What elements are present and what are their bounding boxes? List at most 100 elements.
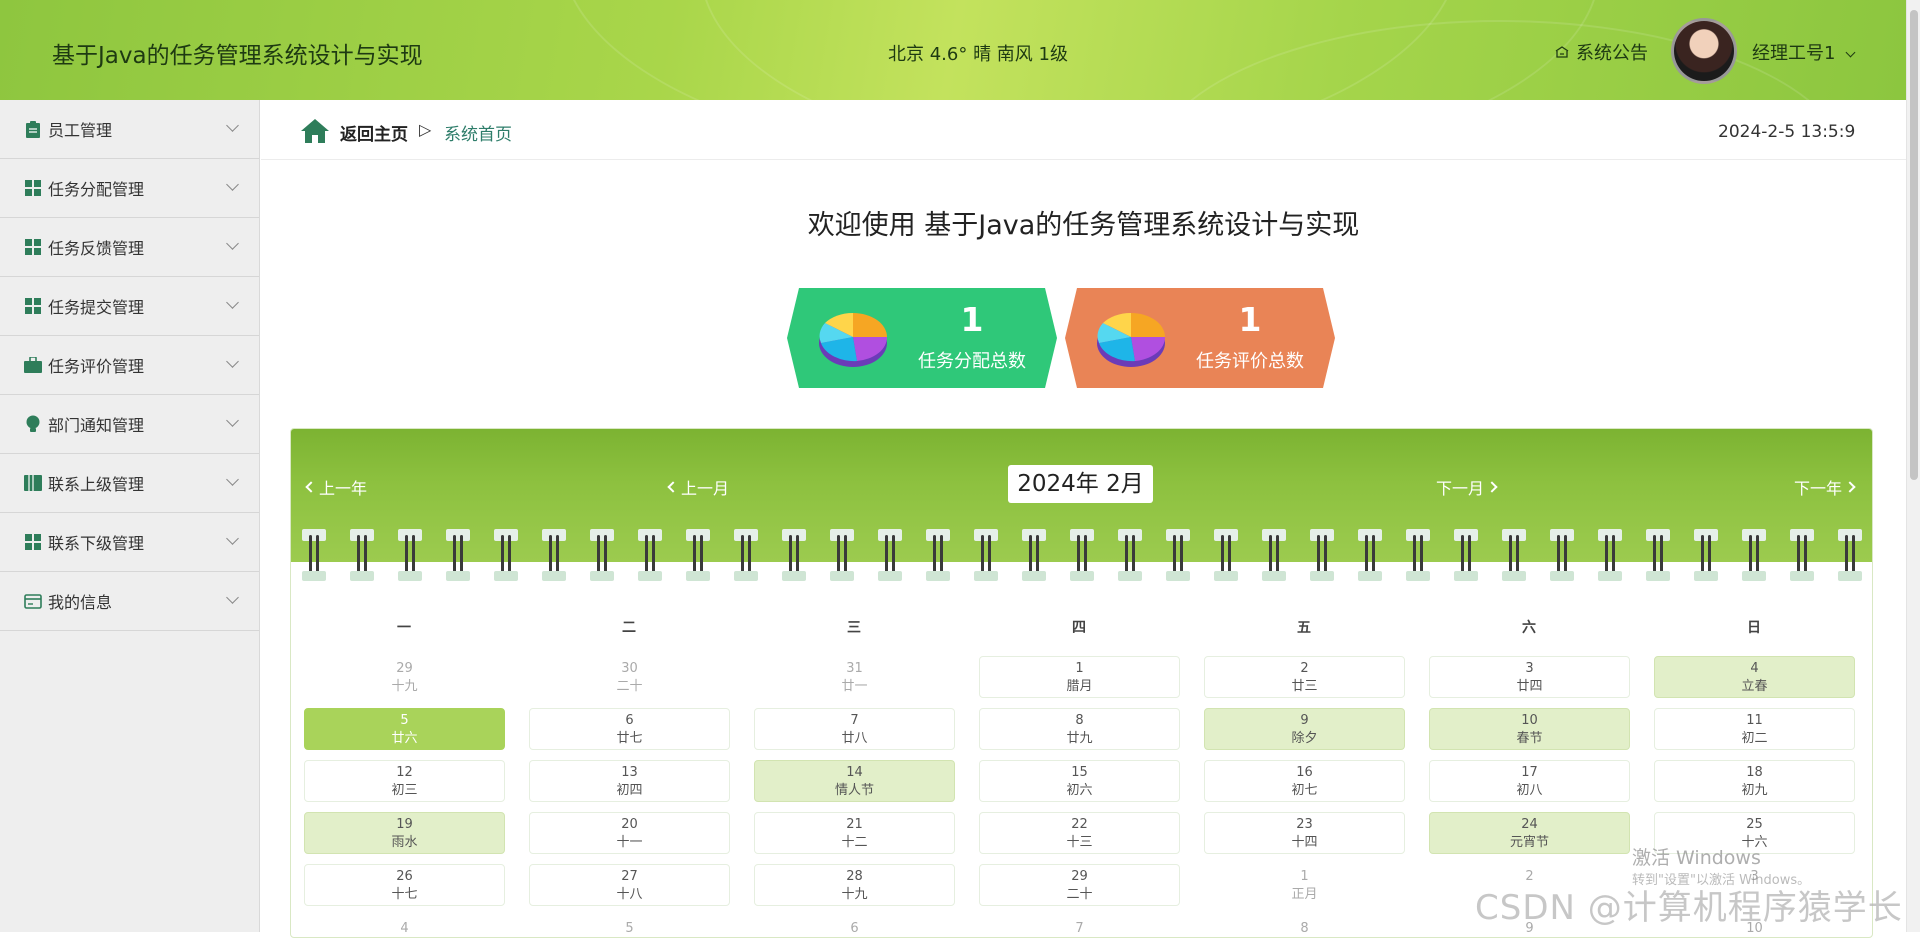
- lunar-label: 廿一: [841, 679, 868, 694]
- prev-month-button[interactable]: 上一月: [667, 475, 729, 499]
- user-menu[interactable]: 经理工号1: [1752, 39, 1856, 65]
- lunar-label: 十二: [841, 835, 868, 850]
- notice-link[interactable]: 系统公告: [1554, 39, 1648, 65]
- calendar-day[interactable]: 5 廿六: [304, 708, 505, 750]
- calendar-day[interactable]: 9 除夕: [1204, 708, 1405, 750]
- calendar-day[interactable]: 1 腊月: [979, 656, 1180, 698]
- book-icon: [24, 474, 42, 492]
- prev-year-label: 上一年: [319, 479, 368, 498]
- calendar-day[interactable]: 10 春节: [1429, 708, 1630, 750]
- chevron-down-icon: [226, 237, 239, 250]
- sidebar-item[interactable]: 任务分配管理: [0, 159, 259, 218]
- day-number: 22: [1071, 817, 1088, 832]
- breadcrumb: 返回主页 ▷ 系统首页 2024-2-5 13:5:9: [261, 100, 1906, 160]
- back-home-link[interactable]: 返回主页: [340, 120, 408, 145]
- calendar-day[interactable]: 3 廿四: [1429, 656, 1630, 698]
- lunar-label: 廿七: [616, 731, 643, 746]
- stat-card-task-assign[interactable]: 1 任务分配总数: [787, 288, 1057, 388]
- lunar-label: 初七: [1291, 783, 1318, 798]
- next-month-button[interactable]: 下一月: [1436, 475, 1498, 499]
- calendar-day[interactable]: 20 十一: [529, 812, 730, 854]
- calendar-day[interactable]: 21 十二: [754, 812, 955, 854]
- lunar-label: 初九: [1741, 783, 1768, 798]
- calendar-day[interactable]: 29 十九: [304, 656, 505, 698]
- calendar-day[interactable]: 7: [979, 916, 1180, 937]
- day-number: 8: [1300, 921, 1309, 936]
- day-number: 10: [1521, 713, 1538, 728]
- csdn-watermark: CSDN @计算机程序猿学长: [1475, 888, 1903, 928]
- page-scrollbar[interactable]: [1906, 0, 1920, 932]
- calendar-day[interactable]: 5: [529, 916, 730, 937]
- calendar-day[interactable]: 8 廿九: [979, 708, 1180, 750]
- next-year-label: 下一年: [1794, 479, 1843, 498]
- binding-ring: [1117, 529, 1143, 581]
- calendar-day[interactable]: 14 情人节: [754, 760, 955, 802]
- calendar-day[interactable]: 4 立春: [1654, 656, 1855, 698]
- calendar-day[interactable]: 18 初九: [1654, 760, 1855, 802]
- lunar-label: 十九: [841, 887, 868, 902]
- calendar-day[interactable]: 28 十九: [754, 864, 955, 906]
- calendar-day[interactable]: 6: [754, 916, 955, 937]
- chevron-down-icon: [226, 178, 239, 191]
- binding-ring: [1165, 529, 1191, 581]
- calendar-day[interactable]: 22 十三: [979, 812, 1180, 854]
- binding-ring: [1357, 529, 1383, 581]
- lunar-label: 二十: [616, 679, 643, 694]
- calendar-day[interactable]: 13 初四: [529, 760, 730, 802]
- calendar-day[interactable]: 23 十四: [1204, 812, 1405, 854]
- binding-ring: [733, 529, 759, 581]
- sidebar-item[interactable]: 任务反馈管理: [0, 218, 259, 277]
- sidebar-item-label: 联系下级管理: [48, 534, 145, 553]
- sidebar-item[interactable]: 部门通知管理: [0, 395, 259, 454]
- day-number: 24: [1521, 817, 1538, 832]
- binding-ring: [1741, 529, 1767, 581]
- calendar-day[interactable]: 11 初二: [1654, 708, 1855, 750]
- next-year-button[interactable]: 下一年: [1794, 475, 1856, 499]
- binding-ring: [1405, 529, 1431, 581]
- avatar[interactable]: [1671, 18, 1737, 84]
- calendar-day[interactable]: 19 雨水: [304, 812, 505, 854]
- calendar-binding-rings: [291, 529, 1872, 581]
- calendar-day[interactable]: 15 初六: [979, 760, 1180, 802]
- calendar-day[interactable]: 31 廿一: [754, 656, 955, 698]
- day-number: 21: [846, 817, 863, 832]
- prev-year-button[interactable]: 上一年: [305, 475, 368, 499]
- lunar-label: 春节: [1516, 731, 1543, 746]
- calendar-day[interactable]: 16 初七: [1204, 760, 1405, 802]
- calendar-day[interactable]: 17 初八: [1429, 760, 1630, 802]
- lunar-label: 初二: [1741, 731, 1768, 746]
- sidebar-item[interactable]: 联系上级管理: [0, 454, 259, 513]
- sidebar-item[interactable]: 任务提交管理: [0, 277, 259, 336]
- calendar-day[interactable]: 30 二十: [529, 656, 730, 698]
- breadcrumb-current: 系统首页: [444, 125, 512, 145]
- calendar-day[interactable]: 2 廿三: [1204, 656, 1405, 698]
- calendar-day[interactable]: 4: [304, 916, 505, 937]
- calendar-day[interactable]: 27 十八: [529, 864, 730, 906]
- calendar-month-title: 2024年 2月: [1008, 465, 1153, 503]
- calendar-day[interactable]: 26 十七: [304, 864, 505, 906]
- sidebar-item-label: 部门通知管理: [48, 416, 145, 435]
- calendar-day[interactable]: 29 二十: [979, 864, 1180, 906]
- lunar-label: 二十: [1066, 887, 1093, 902]
- binding-ring: [1213, 529, 1239, 581]
- day-number: 1: [1300, 869, 1309, 884]
- stat-label: 任务分配总数: [918, 351, 1026, 372]
- calendar-day[interactable]: 24 元宵节: [1429, 812, 1630, 854]
- calendar-day[interactable]: 8: [1204, 916, 1405, 937]
- calendar-day[interactable]: 6 廿七: [529, 708, 730, 750]
- calendar-day[interactable]: 12 初三: [304, 760, 505, 802]
- scrollbar-thumb[interactable]: [1910, 10, 1918, 480]
- calendar-day[interactable]: 7 廿八: [754, 708, 955, 750]
- home-icon[interactable]: [300, 118, 330, 144]
- lunar-label: 正月: [1291, 887, 1318, 902]
- stat-card-task-eval[interactable]: 1 任务评价总数: [1065, 288, 1335, 388]
- day-number: 3: [1525, 661, 1534, 676]
- sidebar-item[interactable]: 联系下级管理: [0, 513, 259, 572]
- lunar-label: 初四: [616, 783, 643, 798]
- sidebar-item[interactable]: 我的信息: [0, 572, 259, 631]
- sidebar-item[interactable]: 任务评价管理: [0, 336, 259, 395]
- binding-ring: [397, 529, 423, 581]
- calendar-day[interactable]: 1 正月: [1204, 864, 1405, 906]
- sidebar-item[interactable]: 员工管理: [0, 100, 259, 159]
- weekday-label: 六: [1522, 620, 1536, 636]
